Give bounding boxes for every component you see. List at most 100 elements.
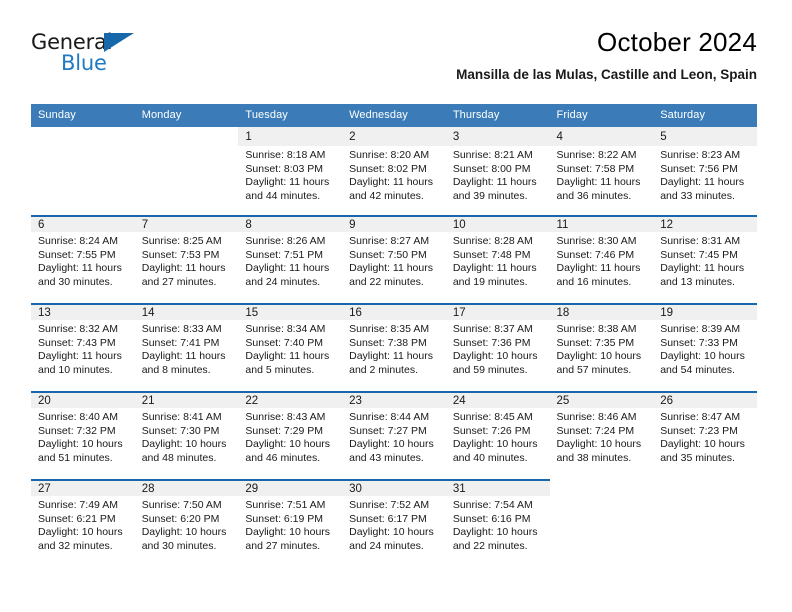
- day-detail-line: Daylight: 11 hours: [245, 262, 330, 275]
- day-number: 21: [134, 391, 239, 408]
- page-header: General Blue October 2024 Mansilla de la…: [31, 26, 757, 98]
- calendar-day-cell[interactable]: 3 Sunrise: 8:21 AM Sunset: 8:00 PM Daylight…: [445, 127, 550, 215]
- day-details: Sunrise: 8:40 AM Sunset: 7:32 PM Daylight:…: [31, 408, 135, 465]
- calendar-day-cell[interactable]: 12 Sunrise: 8:31 AM Sunset: 7:45 PM Dayligh…: [653, 215, 757, 303]
- day-number: 7: [134, 215, 239, 232]
- calendar-day-cell[interactable]: 22 Sunrise: 8:43 AM Sunset: 7:29 PM Dayligh…: [238, 391, 343, 479]
- page-subtitle: Mansilla de las Mulas, Castille and Leon…: [456, 67, 757, 82]
- calendar-table: Sunday Monday Tuesday Wednesday Thursday…: [31, 104, 757, 567]
- triangle-icon: [104, 33, 134, 52]
- day-number: 25: [549, 391, 654, 408]
- day-detail-line: and 27 minutes.: [245, 539, 321, 552]
- day-detail-line: and 44 minutes.: [245, 189, 321, 202]
- day-detail-line: and 51 minutes.: [38, 451, 113, 464]
- day-detail-line: Sunrise: 8:45 AM: [452, 411, 533, 423]
- day-number: 9: [342, 215, 446, 232]
- calendar-day-cell[interactable]: 23 Sunrise: 8:44 AM Sunset: 7:27 PM Dayligh…: [342, 391, 446, 479]
- calendar-day-cell[interactable]: 18 Sunrise: 8:38 AM Sunset: 7:35 PM Dayligh…: [549, 303, 654, 391]
- calendar-day-cell[interactable]: 14 Sunrise: 8:33 AM Sunset: 7:41 PM Dayligh…: [134, 303, 239, 391]
- calendar-day-cell[interactable]: 31 Sunrise: 7:54 AM Sunset: 6:16 PM Dayligh…: [445, 479, 550, 567]
- weekday-header-wednesday: Wednesday: [342, 104, 446, 127]
- day-detail-line: Sunset: 8:02 PM: [349, 162, 427, 175]
- day-number: [550, 479, 654, 496]
- weekday-header-tuesday: Tuesday: [238, 104, 343, 127]
- calendar-day-cell[interactable]: 16 Sunrise: 8:35 AM Sunset: 7:38 PM Dayligh…: [342, 303, 446, 391]
- calendar-day-cell[interactable]: 26 Sunrise: 8:47 AM Sunset: 7:23 PM Dayligh…: [653, 391, 757, 479]
- calendar-day-cell[interactable]: 4 Sunrise: 8:22 AM Sunset: 7:58 PM Daylight…: [549, 127, 654, 215]
- day-detail-line: Sunset: 7:38 PM: [349, 336, 427, 349]
- day-number: 6: [31, 215, 135, 232]
- day-number: 20: [31, 391, 135, 408]
- day-detail-line: and 59 minutes.: [452, 363, 528, 376]
- calendar-empty-cell: [31, 127, 135, 215]
- day-number: 12: [653, 215, 757, 232]
- day-detail-line: Sunrise: 8:43 AM: [245, 411, 326, 423]
- day-number: 26: [653, 391, 757, 408]
- day-details: Sunrise: 8:28 AM Sunset: 7:48 PM Daylight:…: [446, 232, 550, 289]
- general-blue-logo[interactable]: General Blue: [31, 30, 151, 76]
- day-detail-line: Sunset: 6:16 PM: [452, 512, 531, 525]
- day-detail-line: Sunrise: 7:49 AM: [38, 499, 118, 511]
- day-detail-line: Daylight: 10 hours: [452, 438, 538, 451]
- calendar-day-cell[interactable]: 11 Sunrise: 8:30 AM Sunset: 7:46 PM Dayligh…: [549, 215, 654, 303]
- day-detail-line: Sunrise: 8:22 AM: [556, 149, 637, 161]
- day-detail-line: Daylight: 10 hours: [349, 438, 434, 451]
- calendar-day-cell[interactable]: 6 Sunrise: 8:24 AM Sunset: 7:55 PM Daylight…: [31, 215, 135, 303]
- calendar-day-cell[interactable]: 8 Sunrise: 8:26 AM Sunset: 7:51 PM Daylight…: [238, 215, 343, 303]
- day-detail-line: and 16 minutes.: [556, 275, 632, 288]
- day-detail-line: and 32 minutes.: [38, 539, 113, 552]
- day-details: Sunrise: 8:33 AM Sunset: 7:41 PM Daylight:…: [135, 320, 239, 377]
- day-details: Sunrise: 8:47 AM Sunset: 7:23 PM Daylight:…: [653, 408, 757, 465]
- calendar-day-cell[interactable]: 5 Sunrise: 8:23 AM Sunset: 7:56 PM Daylight…: [653, 127, 757, 215]
- day-detail-line: Sunrise: 8:31 AM: [660, 235, 741, 247]
- calendar-day-cell[interactable]: 29 Sunrise: 7:51 AM Sunset: 6:19 PM Dayligh…: [238, 479, 343, 567]
- weekday-header-saturday: Saturday: [653, 104, 757, 127]
- day-detail-line: Sunset: 7:27 PM: [349, 424, 427, 437]
- day-number: 30: [342, 479, 446, 496]
- day-detail-line: and 13 minutes.: [660, 275, 735, 288]
- day-detail-line: and 8 minutes.: [141, 363, 211, 376]
- calendar-day-cell[interactable]: 30 Sunrise: 7:52 AM Sunset: 6:17 PM Dayligh…: [342, 479, 446, 567]
- calendar-day-cell[interactable]: 10 Sunrise: 8:28 AM Sunset: 7:48 PM Dayligh…: [445, 215, 550, 303]
- calendar-day-cell[interactable]: 24 Sunrise: 8:45 AM Sunset: 7:26 PM Dayligh…: [445, 391, 550, 479]
- calendar-day-cell[interactable]: 25 Sunrise: 8:46 AM Sunset: 7:24 PM Dayligh…: [549, 391, 654, 479]
- calendar-day-cell[interactable]: 1 Sunrise: 8:18 AM Sunset: 8:03 PM Daylight…: [238, 127, 343, 215]
- calendar-day-cell[interactable]: 7 Sunrise: 8:25 AM Sunset: 7:53 PM Daylight…: [134, 215, 239, 303]
- calendar-day-cell[interactable]: 21 Sunrise: 8:41 AM Sunset: 7:30 PM Dayligh…: [134, 391, 239, 479]
- day-details: Sunrise: 8:41 AM Sunset: 7:30 PM Daylight:…: [135, 408, 239, 465]
- calendar-day-cell[interactable]: 28 Sunrise: 7:50 AM Sunset: 6:20 PM Dayligh…: [134, 479, 239, 567]
- calendar-day-cell[interactable]: 13 Sunrise: 8:32 AM Sunset: 7:43 PM Dayligh…: [31, 303, 135, 391]
- weekday-header-thursday: Thursday: [445, 104, 550, 127]
- calendar-week-row: 13 Sunrise: 8:32 AM Sunset: 7:43 PM Dayligh…: [31, 303, 757, 391]
- day-details: Sunrise: 8:24 AM Sunset: 7:55 PM Daylight:…: [31, 232, 135, 289]
- day-detail-line: Daylight: 10 hours: [660, 438, 745, 451]
- day-detail-line: Sunset: 6:21 PM: [38, 512, 116, 525]
- day-detail-line: Daylight: 11 hours: [660, 176, 745, 189]
- day-detail-line: Daylight: 11 hours: [245, 176, 330, 189]
- calendar-day-cell[interactable]: 20 Sunrise: 8:40 AM Sunset: 7:32 PM Dayligh…: [31, 391, 135, 479]
- day-number: 13: [31, 303, 135, 320]
- day-detail-line: Sunset: 7:46 PM: [556, 248, 635, 261]
- day-number: 1: [238, 127, 343, 146]
- day-detail-line: Daylight: 11 hours: [141, 262, 226, 275]
- day-detail-line: Sunset: 7:36 PM: [452, 336, 531, 349]
- calendar-day-cell[interactable]: 27 Sunrise: 7:49 AM Sunset: 6:21 PM Dayligh…: [31, 479, 135, 567]
- calendar-day-cell[interactable]: 19 Sunrise: 8:39 AM Sunset: 7:33 PM Dayligh…: [653, 303, 757, 391]
- day-detail-line: Daylight: 10 hours: [38, 526, 123, 539]
- day-detail-line: Sunset: 7:29 PM: [245, 424, 324, 437]
- calendar-day-cell[interactable]: 2 Sunrise: 8:20 AM Sunset: 8:02 PM Daylight…: [342, 127, 446, 215]
- calendar-day-cell[interactable]: 15 Sunrise: 8:34 AM Sunset: 7:40 PM Dayligh…: [238, 303, 343, 391]
- day-number: [653, 479, 757, 496]
- calendar-day-cell[interactable]: 17 Sunrise: 8:37 AM Sunset: 7:36 PM Dayligh…: [445, 303, 550, 391]
- day-detail-line: Daylight: 10 hours: [660, 350, 745, 363]
- day-detail-line: Sunset: 7:23 PM: [660, 424, 738, 437]
- day-details: Sunrise: 8:39 AM Sunset: 7:33 PM Daylight:…: [653, 320, 757, 377]
- day-detail-line: Sunrise: 7:52 AM: [349, 499, 430, 511]
- day-detail-line: and 43 minutes.: [349, 451, 424, 464]
- day-detail-line: and 2 minutes.: [349, 363, 418, 376]
- day-details: Sunrise: 8:38 AM Sunset: 7:35 PM Daylight:…: [550, 320, 654, 377]
- calendar-day-cell[interactable]: 9 Sunrise: 8:27 AM Sunset: 7:50 PM Daylight…: [342, 215, 446, 303]
- day-detail-line: Daylight: 10 hours: [141, 526, 227, 539]
- calendar-week-row: 27 Sunrise: 7:49 AM Sunset: 6:21 PM Dayligh…: [31, 479, 757, 567]
- day-detail-line: Sunrise: 8:28 AM: [452, 235, 533, 247]
